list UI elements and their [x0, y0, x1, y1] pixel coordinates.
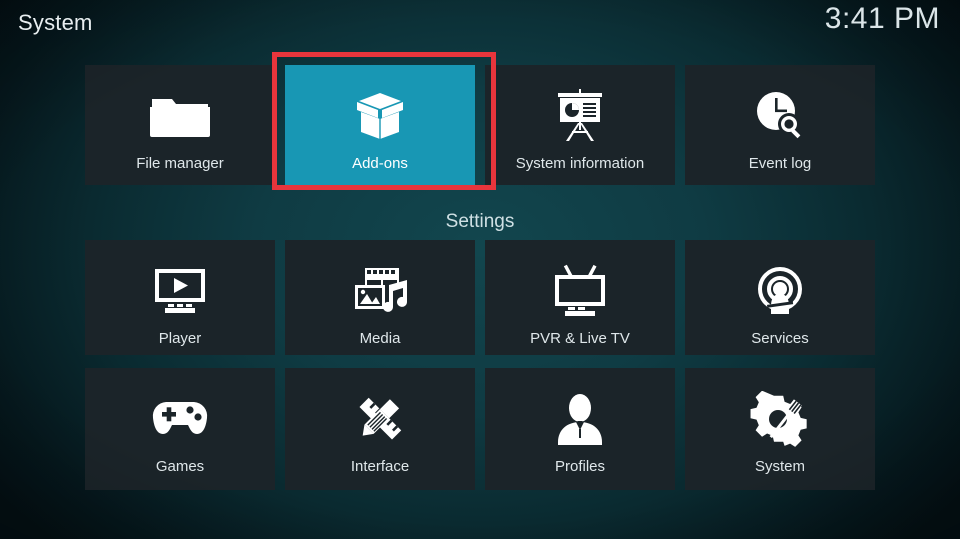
tile-event-log[interactable]: Event log: [685, 65, 875, 185]
media-stack-icon: [347, 260, 413, 322]
tile-label: Add-ons: [352, 155, 408, 172]
tile-label: System: [754, 458, 805, 475]
open-box-icon: [345, 85, 415, 147]
tile-label: Games: [155, 458, 205, 475]
tile-profiles[interactable]: Profiles: [485, 368, 675, 490]
tile-file-manager[interactable]: File manager: [85, 65, 275, 185]
pencil-ruler-icon: [351, 388, 409, 450]
tile-add-ons[interactable]: Add-ons: [285, 65, 475, 185]
gamepad-icon: [146, 388, 214, 450]
broadcast-icon: [751, 260, 809, 322]
settings-section-label: Settings: [445, 211, 515, 232]
person-bust-icon: [550, 388, 610, 450]
tile-pvr-live-tv[interactable]: PVR & Live TV: [485, 240, 675, 355]
tile-label: Event log: [748, 155, 812, 172]
gear-tool-icon: [750, 388, 810, 450]
tile-label: PVR & Live TV: [530, 330, 630, 347]
page-title: System: [18, 10, 93, 35]
tile-label: Services: [751, 330, 809, 347]
folder-icon: [148, 85, 212, 147]
kodi-system-screen: System 3:41 PM File manager Add-ons Syst…: [0, 0, 960, 539]
tile-system[interactable]: System: [685, 368, 875, 490]
presentation-icon: [550, 85, 610, 147]
tile-label: Media: [359, 330, 401, 347]
tv-antenna-icon: [547, 260, 613, 322]
tile-interface[interactable]: Interface: [285, 368, 475, 490]
tile-label: Interface: [350, 458, 410, 475]
header-bar: System 3:41 PM: [0, 0, 960, 52]
tile-label: File manager: [136, 155, 224, 172]
tile-player[interactable]: Player: [85, 240, 275, 355]
tile-system-information[interactable]: System information: [485, 65, 675, 185]
clock-search-icon: [749, 85, 811, 147]
tile-label: System information: [515, 155, 645, 172]
tile-label: Profiles: [554, 458, 606, 475]
monitor-play-icon: [147, 260, 213, 322]
tile-label: Player: [158, 330, 202, 347]
tile-media[interactable]: Media: [285, 240, 475, 355]
tile-games[interactable]: Games: [85, 368, 275, 490]
tile-services[interactable]: Services: [685, 240, 875, 355]
clock: 3:41 PM: [824, 2, 940, 35]
